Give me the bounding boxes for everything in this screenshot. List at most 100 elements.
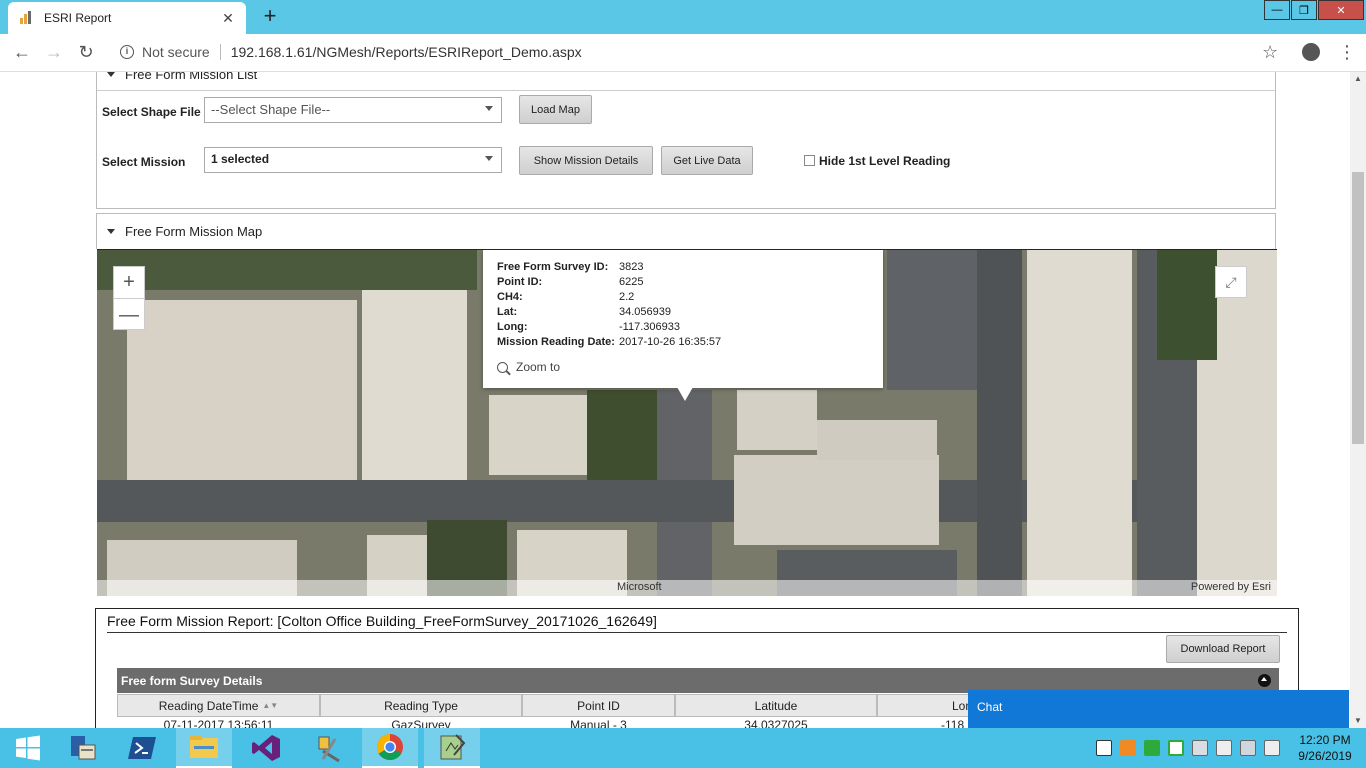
popup-key: Mission Reading Date: bbox=[497, 336, 615, 348]
column-header-point-id[interactable]: Point ID bbox=[522, 694, 675, 717]
fullscreen-icon[interactable]: ⤢ bbox=[1215, 266, 1247, 298]
map-zoom-control: + — bbox=[113, 266, 145, 330]
popup-row: Lat: 34.056939 bbox=[497, 305, 869, 320]
tools-icon[interactable] bbox=[300, 728, 356, 768]
popup-row: Free Form Survey ID: 3823 bbox=[497, 260, 869, 275]
survey-grid-title: Free form Survey Details bbox=[121, 673, 263, 688]
tray-app-icon[interactable] bbox=[1096, 740, 1112, 756]
get-live-data-button[interactable]: Get Live Data bbox=[661, 146, 753, 175]
mission-list-header[interactable]: Free Form Mission List bbox=[97, 72, 1275, 91]
visual-studio-icon[interactable] bbox=[238, 728, 294, 768]
popup-key: Long: bbox=[497, 321, 528, 333]
tray-app-icon[interactable] bbox=[1120, 740, 1136, 756]
column-header-longitude[interactable]: Lon bbox=[877, 694, 977, 717]
page-scrollbar[interactable]: ▲ ▼ bbox=[1350, 72, 1366, 728]
zoom-magnifier-icon bbox=[497, 361, 508, 373]
column-header-reading-type[interactable]: Reading Type bbox=[320, 694, 522, 717]
attribution-esri[interactable]: Powered by Esri bbox=[1191, 581, 1271, 593]
mission-map-panel: Free Form Mission Map bbox=[96, 213, 1276, 249]
url-text[interactable]: 192.168.1.61/NGMesh/Reports/ESRIReport_D… bbox=[231, 44, 582, 60]
scroll-up-icon[interactable]: ▲ bbox=[1350, 72, 1366, 86]
hide-first-level-label[interactable]: Hide 1st Level Reading bbox=[819, 154, 950, 168]
column-header-reading-datetime[interactable]: Reading DateTime ▲▼ bbox=[117, 694, 320, 717]
tab-close-icon[interactable]: ✕ bbox=[220, 10, 236, 27]
map-popup: Free Form Survey ID: 3823 Point ID: 6225… bbox=[483, 250, 883, 388]
reload-button[interactable]: ↻ bbox=[70, 37, 102, 69]
close-window-button[interactable]: ✕ bbox=[1318, 0, 1364, 20]
load-map-button[interactable]: Load Map bbox=[519, 95, 592, 124]
windows-taskbar: 12:20 PM 9/26/2019 bbox=[0, 728, 1366, 768]
sort-icon[interactable]: ▲▼ bbox=[262, 701, 278, 710]
tray-app-icon[interactable] bbox=[1168, 740, 1184, 756]
popup-value: -117.306933 bbox=[619, 321, 680, 333]
chrome-icon[interactable] bbox=[362, 728, 418, 768]
tab-title: ESRI Report bbox=[44, 11, 112, 25]
popup-key: CH4: bbox=[497, 291, 523, 303]
scroll-thumb[interactable] bbox=[1352, 172, 1364, 444]
shape-file-value: --Select Shape File-- bbox=[211, 102, 331, 117]
collapse-caret-icon[interactable] bbox=[107, 228, 115, 234]
collapse-caret-icon[interactable] bbox=[107, 72, 115, 77]
scroll-down-icon[interactable]: ▼ bbox=[1350, 714, 1366, 728]
zoom-in-button[interactable]: + bbox=[114, 267, 144, 299]
tray-app-icon[interactable] bbox=[1216, 740, 1232, 756]
tray-app-icon[interactable] bbox=[1144, 740, 1160, 756]
browser-tab[interactable]: ESRI Report ✕ bbox=[8, 2, 246, 34]
browser-menu-icon[interactable]: ⋮ bbox=[1338, 42, 1356, 63]
chat-label: Chat bbox=[977, 700, 1003, 714]
server-manager-icon[interactable] bbox=[54, 728, 110, 768]
popup-key: Free Form Survey ID: bbox=[497, 261, 609, 273]
zoom-out-button[interactable]: — bbox=[114, 299, 144, 331]
popup-pointer bbox=[677, 387, 693, 401]
back-button[interactable]: ← bbox=[6, 37, 38, 69]
profile-avatar-icon[interactable] bbox=[1302, 43, 1320, 61]
download-report-button[interactable]: Download Report bbox=[1166, 635, 1280, 663]
popup-row: CH4: 2.2 bbox=[497, 290, 869, 305]
mission-value: 1 selected bbox=[211, 152, 270, 166]
shape-file-select[interactable]: --Select Shape File-- bbox=[204, 97, 502, 123]
satellite-map[interactable]: + — ⤢ Free Form Survey ID: 3823 Point ID… bbox=[97, 249, 1277, 596]
attribution-microsoft[interactable]: Microsoft bbox=[617, 581, 662, 593]
mission-label: Select Mission bbox=[102, 155, 186, 169]
column-header-label: Reading DateTime bbox=[158, 698, 259, 713]
system-clock[interactable]: 12:20 PM 9/26/2019 bbox=[1290, 732, 1360, 764]
powershell-icon[interactable] bbox=[114, 728, 170, 768]
network-icon[interactable] bbox=[1240, 740, 1256, 756]
collapse-up-icon[interactable] bbox=[1258, 674, 1271, 687]
popup-row: Long: -117.306933 bbox=[497, 320, 869, 335]
tray-app-icon[interactable] bbox=[1192, 740, 1208, 756]
info-icon[interactable]: i bbox=[120, 45, 134, 59]
report-title: Free Form Mission Report: [Colton Office… bbox=[107, 613, 657, 629]
popup-value: 6225 bbox=[619, 276, 644, 288]
mission-select[interactable]: 1 selected bbox=[204, 147, 502, 173]
chevron-down-icon bbox=[485, 156, 493, 161]
popup-row: Point ID: 6225 bbox=[497, 275, 869, 290]
address-bar[interactable]: i Not secure 192.168.1.61/NGMesh/Reports… bbox=[108, 38, 1288, 66]
shape-file-label: Select Shape File bbox=[102, 105, 201, 119]
windows-start-icon[interactable] bbox=[0, 728, 56, 768]
volume-muted-icon[interactable] bbox=[1264, 740, 1280, 756]
forward-button[interactable]: → bbox=[38, 37, 70, 69]
file-explorer-icon[interactable] bbox=[176, 728, 232, 768]
map-attribution: Microsoft Powered by Esri bbox=[97, 580, 1277, 596]
chart-favicon-icon bbox=[18, 10, 34, 26]
restore-button[interactable]: ❐ bbox=[1291, 0, 1317, 20]
popup-value: 3823 bbox=[619, 261, 644, 273]
column-header-latitude[interactable]: Latitude bbox=[675, 694, 877, 717]
clock-time: 12:20 PM bbox=[1299, 733, 1351, 747]
notepad-plus-plus-icon[interactable] bbox=[424, 728, 480, 768]
zoom-to-label: Zoom to bbox=[516, 360, 561, 374]
bookmark-star-icon[interactable]: ☆ bbox=[1262, 42, 1278, 63]
new-tab-button[interactable]: + bbox=[258, 4, 282, 28]
minimize-button[interactable]: — bbox=[1264, 0, 1290, 20]
mission-list-panel: Free Form Mission List Select Shape File… bbox=[96, 72, 1276, 209]
mission-map-header[interactable]: Free Form Mission Map bbox=[97, 214, 1275, 248]
popup-row: Mission Reading Date: 2017-10-26 16:35:5… bbox=[497, 335, 869, 350]
mission-list-title: Free Form Mission List bbox=[125, 72, 258, 82]
report-divider bbox=[107, 632, 1287, 633]
chat-widget[interactable]: Chat bbox=[968, 690, 1349, 728]
browser-tab-strip: ESRI Report ✕ + — ❐ ✕ bbox=[0, 0, 1366, 34]
zoom-to-link[interactable]: Zoom to bbox=[497, 360, 869, 374]
hide-first-level-checkbox[interactable] bbox=[804, 155, 815, 166]
show-mission-details-button[interactable]: Show Mission Details bbox=[519, 146, 653, 175]
